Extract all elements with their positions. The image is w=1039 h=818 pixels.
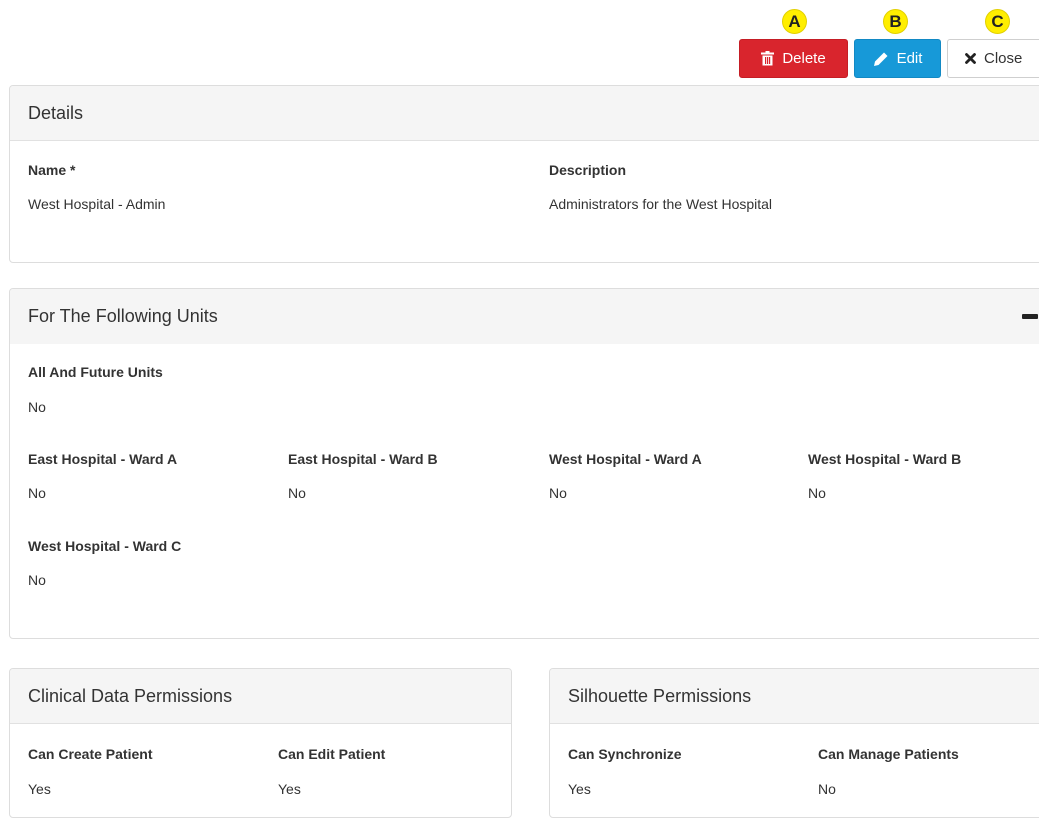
- details-heading: Details: [10, 86, 1039, 141]
- details-panel: Details Name * West Hospital - Admin Des…: [9, 85, 1039, 263]
- unit-label: West Hospital - Ward A: [549, 451, 702, 467]
- edit-button-label: Edit: [896, 50, 923, 67]
- action-toolbar: A Delete B Edit C Close: [0, 9, 1039, 79]
- permission-value: Yes: [568, 781, 591, 797]
- permission-label: Can Create Patient: [28, 746, 153, 762]
- unit-value: No: [28, 485, 46, 501]
- name-value: West Hospital - Admin: [28, 196, 166, 212]
- permission-value: No: [818, 781, 836, 797]
- annotation-badge-c: C: [985, 9, 1010, 34]
- permission-label: Can Edit Patient: [278, 746, 386, 762]
- annotation-badge-a: A: [782, 9, 807, 34]
- edit-button[interactable]: B Edit: [854, 9, 941, 78]
- units-heading-title: For The Following Units: [28, 306, 218, 326]
- delete-button-label: Delete: [782, 50, 826, 67]
- silhouette-permissions-heading: Silhouette Permissions: [550, 669, 1039, 724]
- description-value: Administrators for the West Hospital: [549, 196, 773, 212]
- all-future-units-value: No: [28, 399, 46, 415]
- unit-label: East Hospital - Ward A: [28, 451, 178, 467]
- permission-label: Can Synchronize: [568, 746, 682, 762]
- trash-icon: [761, 51, 775, 66]
- name-label: Name *: [28, 162, 76, 178]
- unit-value: No: [549, 485, 567, 501]
- units-panel: For The Following Units All And Future U…: [9, 288, 1039, 639]
- minus-icon[interactable]: [1022, 314, 1038, 319]
- unit-label: West Hospital - Ward B: [808, 451, 962, 467]
- annotation-badge-b: B: [883, 9, 908, 34]
- silhouette-permissions-panel: Silhouette Permissions Can Synchronize Y…: [549, 668, 1039, 818]
- close-button[interactable]: C Close: [947, 9, 1039, 78]
- permission-value: Yes: [278, 781, 301, 797]
- unit-label: West Hospital - Ward C: [28, 538, 182, 554]
- x-mark-icon: [965, 53, 976, 64]
- unit-value: No: [808, 485, 826, 501]
- close-button-label: Close: [984, 50, 1023, 67]
- pencil-icon: [873, 52, 888, 66]
- delete-button[interactable]: A Delete: [739, 9, 848, 78]
- all-future-units-label: All And Future Units: [28, 364, 163, 380]
- units-heading: For The Following Units: [10, 289, 1039, 344]
- permission-value: Yes: [28, 781, 51, 797]
- description-label: Description: [549, 162, 627, 178]
- clinical-permissions-panel: Clinical Data Permissions Can Create Pat…: [9, 668, 512, 818]
- unit-label: East Hospital - Ward B: [288, 451, 438, 467]
- unit-value: No: [28, 572, 46, 588]
- unit-value: No: [288, 485, 306, 501]
- clinical-permissions-heading: Clinical Data Permissions: [10, 669, 511, 724]
- permission-label: Can Manage Patients: [818, 746, 959, 762]
